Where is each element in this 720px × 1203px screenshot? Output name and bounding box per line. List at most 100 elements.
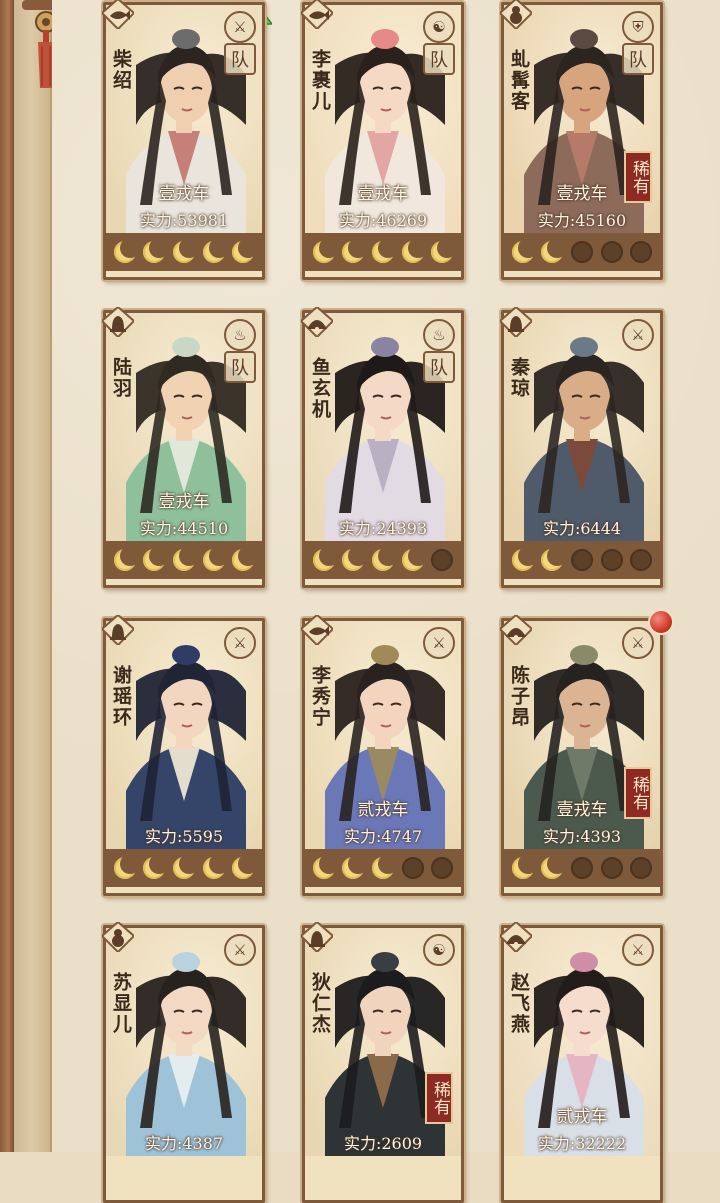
team-badge: 队 bbox=[423, 43, 455, 75]
power-label: 实力 bbox=[542, 519, 575, 538]
moon-star-empty-icon bbox=[401, 857, 424, 879]
hero-power: 实力:45160 bbox=[504, 207, 660, 231]
moon-star-filled-icon bbox=[202, 238, 229, 263]
moon-star-filled-icon bbox=[113, 546, 140, 571]
power-value: 2609 bbox=[381, 1134, 423, 1153]
hero-card[interactable]: 李秀宁 ⚔ 贰戎车 实力:4747 bbox=[299, 613, 464, 896]
star-rating bbox=[305, 233, 461, 271]
hero-power: 实力:5595 bbox=[106, 823, 262, 847]
yinyang-role-icon: ☯ bbox=[423, 11, 455, 43]
moon-star-filled-icon bbox=[511, 238, 538, 263]
moon-star-empty-icon bbox=[630, 241, 653, 263]
power-label: 实力 bbox=[338, 211, 371, 230]
hero-card[interactable]: 陆羽 ♨ 队壹戎车 实力:44510 bbox=[100, 305, 265, 588]
hero-card[interactable]: 鱼玄机 ♨ 队实力:24393 bbox=[299, 305, 464, 588]
moon-star-empty-icon bbox=[600, 241, 623, 263]
sword-role-icon: ⚔ bbox=[622, 319, 654, 351]
team-badge: 队 bbox=[622, 43, 654, 75]
power-label: 实力 bbox=[139, 211, 172, 230]
moon-star-filled-icon bbox=[342, 854, 369, 879]
fan-camp-icon bbox=[498, 920, 534, 954]
power-label: 实力 bbox=[537, 1134, 570, 1153]
hero-name: 陆羽 bbox=[110, 357, 132, 399]
moon-star-filled-icon bbox=[371, 546, 398, 571]
hero-name: 李裹儿 bbox=[309, 49, 331, 112]
book-gutter bbox=[14, 0, 52, 1152]
moon-star-empty-icon bbox=[570, 241, 593, 263]
hero-power: 实力:2609 bbox=[305, 1130, 461, 1154]
hero-power: 实力:24393 bbox=[305, 515, 461, 539]
power-label: 实力 bbox=[343, 827, 376, 846]
fish-camp-icon bbox=[299, 613, 335, 647]
hero-power: 实力:32222 bbox=[504, 1130, 660, 1154]
hero-power: 实力:4747 bbox=[305, 823, 461, 847]
moon-star-empty-icon bbox=[630, 857, 653, 879]
hero-card[interactable]: 柴绍 ⚔ 队壹戎车 实力:53981 bbox=[100, 0, 265, 280]
hero-power: 实力:6444 bbox=[504, 515, 660, 539]
moon-star-empty-icon bbox=[570, 549, 593, 571]
hero-name: 虬髯客 bbox=[508, 49, 530, 112]
power-value: 24393 bbox=[376, 519, 428, 538]
moon-star-empty-icon bbox=[600, 549, 623, 571]
hero-power: 实力:46269 bbox=[305, 207, 461, 231]
hero-card[interactable]: 苏显儿 ⚔ 实力:4387 bbox=[100, 920, 265, 1203]
moon-star-filled-icon bbox=[143, 854, 170, 879]
moon-star-filled-icon bbox=[232, 238, 259, 263]
power-label: 实力 bbox=[144, 827, 177, 846]
hero-rank: 壹戎车 bbox=[357, 184, 409, 204]
power-value: 4387 bbox=[182, 1134, 224, 1153]
hero-rank: 壹戎车 bbox=[556, 800, 608, 820]
power-label: 实力 bbox=[542, 827, 575, 846]
fan-camp-icon bbox=[299, 305, 335, 339]
hero-rank: 壹戎车 bbox=[556, 184, 608, 204]
moon-star-filled-icon bbox=[232, 546, 259, 571]
moon-star-filled-icon bbox=[172, 546, 199, 571]
hero-name: 狄仁杰 bbox=[309, 972, 331, 1035]
notification-dot bbox=[648, 609, 674, 635]
hero-name: 苏显儿 bbox=[110, 972, 132, 1035]
moon-star-filled-icon bbox=[312, 854, 339, 879]
moon-star-filled-icon bbox=[113, 238, 140, 263]
hero-name: 李秀宁 bbox=[309, 665, 331, 728]
moon-star-empty-icon bbox=[570, 857, 593, 879]
moon-star-filled-icon bbox=[113, 854, 140, 879]
hero-card[interactable]: 李裹儿 ☯ 队壹戎车实力:46269 bbox=[299, 0, 464, 280]
bell-camp-icon bbox=[100, 613, 136, 647]
hero-card[interactable]: 秦琼 ⚔ 实力:6444 bbox=[498, 305, 663, 588]
moon-star-empty-icon bbox=[630, 549, 653, 571]
shield-role-icon: ⛨ bbox=[622, 11, 654, 43]
hero-card[interactable]: 谢瑶环 ⚔ 实力:5595 bbox=[100, 613, 265, 896]
rare-badge: 稀有 bbox=[425, 1072, 453, 1124]
moon-star-filled-icon bbox=[342, 546, 369, 571]
hero-card[interactable]: 狄仁杰 ☯ 稀有 实力:2609 bbox=[299, 920, 464, 1203]
moon-star-filled-icon bbox=[541, 546, 568, 571]
hero-card[interactable]: 陈子昂 ⚔ 稀有 壹戎车 实力:4393 bbox=[498, 609, 674, 896]
moon-star-filled-icon bbox=[401, 546, 428, 571]
book-spine bbox=[0, 0, 14, 1152]
moon-star-filled-icon bbox=[371, 854, 398, 879]
hero-rank: 壹戎车 bbox=[158, 492, 210, 512]
power-value: 4393 bbox=[580, 827, 622, 846]
fish-camp-icon bbox=[100, 0, 136, 31]
star-rating bbox=[504, 233, 660, 271]
star-rating bbox=[106, 849, 262, 887]
cauldron-role-icon: ♨ bbox=[423, 319, 455, 351]
gourd-camp-icon bbox=[100, 920, 136, 954]
power-value: 6444 bbox=[580, 519, 622, 538]
hero-card[interactable]: 赵飞燕 ⚔ 贰戎车 实力:32222 bbox=[498, 920, 663, 1203]
power-value: 5595 bbox=[182, 827, 224, 846]
hero-name: 柴绍 bbox=[110, 49, 132, 91]
star-rating bbox=[106, 541, 262, 579]
moon-star-filled-icon bbox=[202, 854, 229, 879]
moon-star-filled-icon bbox=[541, 238, 568, 263]
sword-role-icon: ⚔ bbox=[622, 934, 654, 966]
star-rating bbox=[106, 233, 262, 271]
power-value: 32222 bbox=[575, 1134, 627, 1153]
moon-star-filled-icon bbox=[312, 238, 339, 263]
moon-star-empty-icon bbox=[431, 549, 454, 571]
team-badge: 队 bbox=[224, 43, 256, 75]
hero-card[interactable]: 虬髯客 ⛨ 队稀有 壹戎车 实力:45160 bbox=[498, 0, 663, 280]
bell-camp-icon bbox=[299, 920, 335, 954]
sword-role-icon: ⚔ bbox=[423, 627, 455, 659]
moon-star-filled-icon bbox=[401, 238, 428, 263]
